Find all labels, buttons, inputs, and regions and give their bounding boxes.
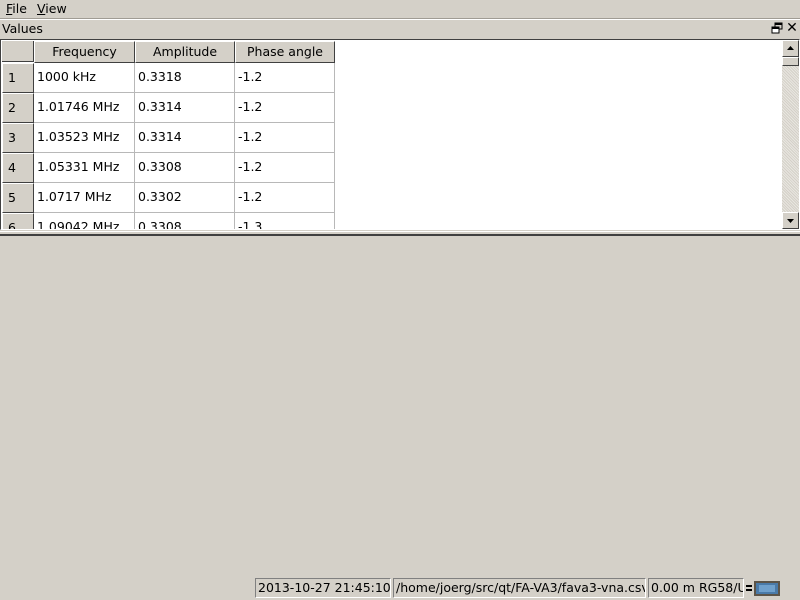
row-header[interactable]: 3 — [2, 123, 34, 153]
dock-title-bar[interactable]: Values — [0, 20, 800, 38]
cell-amplitude[interactable]: 0.3308 — [135, 213, 235, 229]
cell-amplitude[interactable]: 0.3308 — [135, 153, 235, 183]
menu-view[interactable]: View — [37, 1, 67, 16]
row-header[interactable]: 1 — [2, 63, 34, 93]
row-header[interactable]: 6 — [2, 213, 34, 229]
cell-amplitude[interactable]: 0.3314 — [135, 93, 235, 123]
scroll-down-button[interactable] — [782, 212, 799, 229]
status-bar: 2013-10-27 21:45:10 /home/joerg/src/qt/F… — [0, 576, 800, 600]
cell-frequency[interactable]: 1.05331 MHz — [34, 153, 135, 183]
scrollbar-thumb[interactable] — [782, 57, 799, 66]
cell-phase-angle[interactable]: -1.2 — [235, 93, 335, 123]
cell-amplitude[interactable]: 0.3314 — [135, 123, 235, 153]
cell-phase-angle[interactable]: -1.2 — [235, 183, 335, 213]
cell-phase-angle[interactable]: -1.3 — [235, 213, 335, 229]
cell-frequency[interactable]: 1.09042 MHz — [34, 213, 135, 229]
status-file-path: /home/joerg/src/qt/FA-VA3/fava3-vna.csv — [393, 578, 646, 598]
status-timestamp: 2013-10-27 21:45:10 — [255, 578, 391, 598]
row-header[interactable]: 2 — [2, 93, 34, 123]
menu-bar: File View — [0, 0, 800, 17]
close-icon[interactable]: ✕ — [786, 20, 798, 36]
menu-view-label: iew — [45, 1, 67, 16]
menu-file[interactable]: File — [6, 1, 27, 16]
cell-frequency[interactable]: 1000 kHz — [34, 63, 135, 93]
cell-phase-angle[interactable]: -1.2 — [235, 63, 335, 93]
cell-amplitude[interactable]: 0.3302 — [135, 183, 235, 213]
menu-file-label: ile — [12, 1, 27, 16]
row-header[interactable]: 5 — [2, 183, 34, 213]
cell-frequency[interactable]: 1.0717 MHz — [34, 183, 135, 213]
dock-title: Values — [2, 21, 43, 36]
cell-frequency[interactable]: 1.03523 MHz — [34, 123, 135, 153]
cell-amplitude[interactable]: 0.3318 — [135, 63, 235, 93]
central-area — [0, 236, 800, 576]
cable-icon — [745, 579, 781, 597]
column-header-amplitude[interactable]: Amplitude — [135, 41, 235, 63]
restore-window-icon[interactable] — [771, 22, 783, 34]
cell-frequency[interactable]: 1.01746 MHz — [34, 93, 135, 123]
column-header-phase-angle[interactable]: Phase angle — [235, 41, 335, 63]
status-cable: 0.00 m RG58/U — [648, 578, 744, 598]
arrow-up-icon — [787, 46, 794, 50]
values-table: Frequency Amplitude Phase angle 1 1000 k… — [0, 39, 800, 230]
row-header[interactable]: 4 — [2, 153, 34, 183]
arrow-down-icon — [787, 219, 794, 223]
column-header-frequency[interactable]: Frequency — [34, 41, 135, 63]
cell-phase-angle[interactable]: -1.2 — [235, 123, 335, 153]
table-corner-button[interactable] — [2, 41, 34, 62]
vertical-scrollbar[interactable] — [782, 40, 799, 229]
cell-phase-angle[interactable]: -1.2 — [235, 153, 335, 183]
scroll-up-button[interactable] — [782, 40, 799, 57]
table-viewport: Frequency Amplitude Phase angle 1 1000 k… — [1, 40, 782, 229]
